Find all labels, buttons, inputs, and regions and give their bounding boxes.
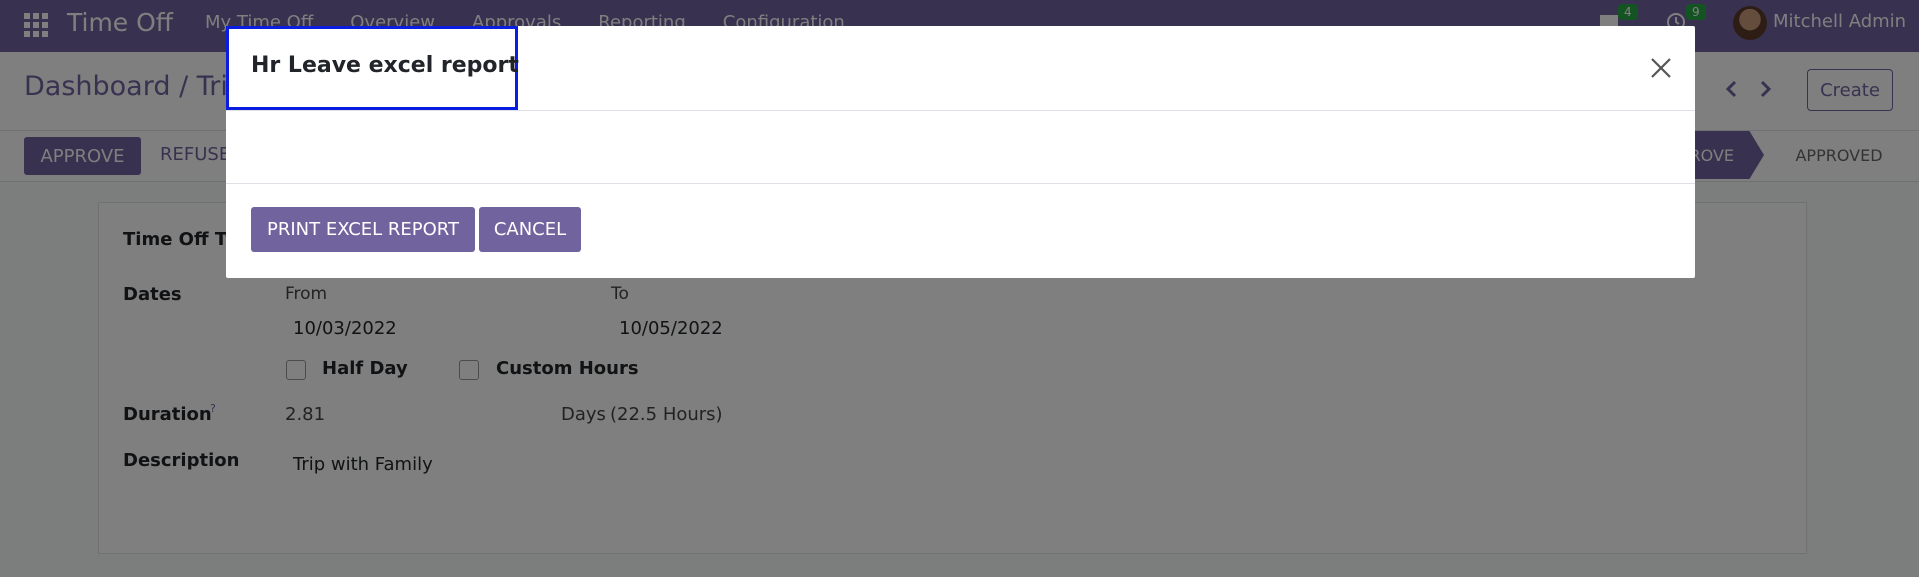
close-icon[interactable] [1649, 56, 1673, 80]
cancel-button[interactable]: CANCEL [479, 207, 581, 252]
print-excel-report-button[interactable]: PRINT EXCEL REPORT [251, 207, 475, 252]
excel-report-dialog: Hr Leave excel report PRINT EXCEL REPORT… [226, 26, 1695, 278]
modal-header: Hr Leave excel report [226, 26, 1695, 111]
modal-body [226, 111, 1695, 184]
modal-footer: PRINT EXCEL REPORT CANCEL [226, 183, 1695, 278]
modal-title: Hr Leave excel report [251, 53, 519, 78]
